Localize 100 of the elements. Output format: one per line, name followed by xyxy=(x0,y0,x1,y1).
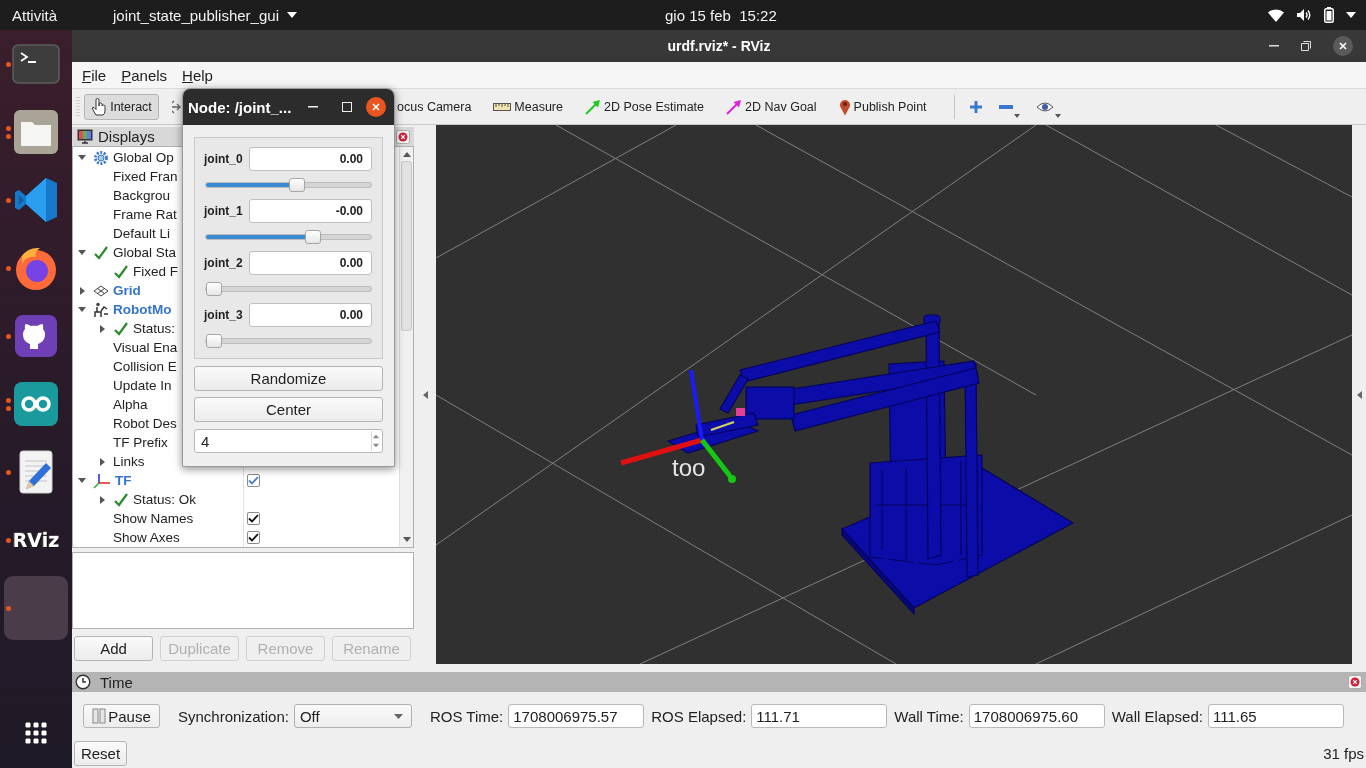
infinity-icon[interactable] xyxy=(13,381,59,427)
restore-icon[interactable] xyxy=(1301,41,1311,51)
minus-icon[interactable] xyxy=(998,104,1013,109)
folder-icon[interactable] xyxy=(13,109,59,155)
collapsed-arrow-icon[interactable] xyxy=(79,286,85,295)
tree-item-label[interactable]: Frame Rat xyxy=(113,207,177,222)
collapsed-arrow-icon[interactable] xyxy=(99,457,105,466)
tree-item-label[interactable]: Alpha xyxy=(113,397,148,412)
tree-item-label[interactable]: Status: xyxy=(133,321,176,336)
wifi-icon[interactable] xyxy=(1268,8,1284,22)
arrows-icon[interactable] xyxy=(172,98,182,115)
close-icon[interactable] xyxy=(1333,36,1353,56)
clock-label[interactable]: gio 15 feb 15:22 xyxy=(665,6,777,24)
scrollbar-thumb[interactable] xyxy=(401,161,412,331)
tree-item-label[interactable]: TF xyxy=(115,473,132,488)
slider-thumb[interactable] xyxy=(206,334,222,348)
scrollbar[interactable] xyxy=(399,147,413,547)
tool-button[interactable]: Publish Point xyxy=(833,93,932,120)
joint-value-field[interactable]: 0.00 xyxy=(249,251,372,275)
text-field[interactable]: 1708006975.60 xyxy=(968,704,1105,728)
app-logo[interactable]: RViz xyxy=(12,529,60,551)
collapse-arrow-icon[interactable] xyxy=(422,390,428,399)
slider-thumb[interactable] xyxy=(288,178,305,192)
tree-item-label[interactable]: Global Op xyxy=(113,150,174,165)
app-menu-button[interactable]: joint_state_publisher_gui xyxy=(113,6,297,24)
checkbox[interactable] xyxy=(247,512,260,525)
tree-item-label[interactable]: Fixed Fran xyxy=(113,169,178,184)
tree-item-label[interactable]: Fixed F xyxy=(133,264,178,279)
tree-item-label[interactable]: Show Axes xyxy=(113,530,180,545)
slider-thumb[interactable] xyxy=(305,230,321,244)
checkbox[interactable] xyxy=(247,474,260,487)
active-app-tile[interactable] xyxy=(4,576,68,640)
tree-item-label[interactable]: Robot Des xyxy=(113,416,177,431)
tree-item-label[interactable]: Global Sta xyxy=(113,245,177,260)
dialog-button[interactable]: Center xyxy=(194,397,383,422)
sync-dropdown[interactable]: Off xyxy=(293,704,412,728)
tree-item-label[interactable]: Collision E xyxy=(113,359,177,374)
plus-icon[interactable] xyxy=(968,99,983,114)
tree-item-label[interactable]: RobotMo xyxy=(113,302,172,317)
tool-button[interactable]: Interact xyxy=(84,93,159,120)
panel-button[interactable]: Add xyxy=(74,636,153,661)
check-icon xyxy=(113,491,129,508)
dropdown-caret-icon[interactable] xyxy=(1054,113,1061,118)
terminal-icon[interactable] xyxy=(12,44,60,84)
joint-value-field[interactable]: 0.00 xyxy=(249,303,372,327)
tree-item-label[interactable]: Links xyxy=(113,454,145,469)
expanded-arrow-icon[interactable] xyxy=(78,155,86,160)
tree-item-label[interactable]: Show Names xyxy=(113,511,194,526)
text-field[interactable]: 111.71 xyxy=(751,704,888,728)
pause-button[interactable]: Pause xyxy=(83,704,160,728)
globe-icon[interactable] xyxy=(13,245,59,291)
tree-item-label[interactable]: Visual Ena xyxy=(113,340,178,355)
tool-button[interactable]: ocus Camera xyxy=(396,93,477,120)
tree-item-label[interactable]: Default Li xyxy=(113,226,171,241)
tool-button[interactable]: 2D Pose Estimate xyxy=(580,93,710,120)
tool-button[interactable]: 2D Nav Goal xyxy=(721,93,822,120)
app-grid-icon[interactable] xyxy=(25,722,47,744)
close-icon[interactable] xyxy=(366,97,386,117)
menu-item[interactable]: Help xyxy=(176,66,219,84)
maximize-icon[interactable] xyxy=(342,102,352,112)
spin-arrows-icon[interactable] xyxy=(371,431,380,451)
text-field[interactable]: 111.65 xyxy=(1207,704,1344,728)
collapsed-arrow-icon[interactable] xyxy=(99,324,105,333)
cat-icon[interactable] xyxy=(14,314,58,358)
expanded-arrow-icon[interactable] xyxy=(78,250,86,255)
tree-item-label[interactable]: Backgrou xyxy=(113,188,171,203)
checkbox[interactable] xyxy=(247,531,260,544)
menu-item[interactable]: Panels xyxy=(115,66,174,84)
folded-ribbon-icon[interactable] xyxy=(14,177,58,223)
expanded-arrow-icon[interactable] xyxy=(78,307,86,312)
expanded-arrow-icon[interactable] xyxy=(78,478,86,483)
spin-box[interactable]: 4 xyxy=(194,429,383,453)
tree-item-label[interactable]: TF Prefix xyxy=(113,435,168,450)
menu-item[interactable]: File xyxy=(76,66,113,84)
reset-button[interactable]: Reset xyxy=(74,741,127,766)
tree-item-label[interactable]: Update In xyxy=(113,378,172,393)
slider-thumb[interactable] xyxy=(206,282,222,296)
collapse-arrow-icon[interactable] xyxy=(1356,390,1362,399)
eye-icon[interactable] xyxy=(1035,100,1054,113)
text-field[interactable]: 1708006975.57 xyxy=(508,704,645,728)
collapsed-arrow-icon[interactable] xyxy=(99,495,105,504)
viewport-3d[interactable]: too xyxy=(436,125,1352,664)
caret-icon[interactable] xyxy=(1346,12,1356,18)
tree-item-label[interactable]: Grid xyxy=(113,283,141,298)
dialog-title: Node: /joint_... xyxy=(188,98,292,116)
tree-item-label[interactable]: Status: Ok xyxy=(133,492,197,507)
joint-value-field[interactable]: -0.00 xyxy=(249,199,372,223)
notepad-pencil-icon[interactable] xyxy=(16,449,56,495)
battery-icon[interactable] xyxy=(1324,7,1334,23)
joint-value-field[interactable]: 0.00 xyxy=(249,147,372,171)
caret-icon[interactable] xyxy=(286,12,297,18)
down-arrow-icon[interactable] xyxy=(402,537,411,542)
activities-button[interactable]: Attività xyxy=(0,6,57,24)
minimize-icon[interactable] xyxy=(308,106,318,108)
up-arrow-icon[interactable] xyxy=(402,152,411,157)
dialog-button[interactable]: Randomize xyxy=(194,366,383,391)
dropdown-caret-icon[interactable] xyxy=(1013,113,1020,118)
grip-icon[interactable] xyxy=(76,95,80,118)
tool-button[interactable]: Measure xyxy=(488,93,568,120)
volume-icon[interactable] xyxy=(1296,8,1312,22)
